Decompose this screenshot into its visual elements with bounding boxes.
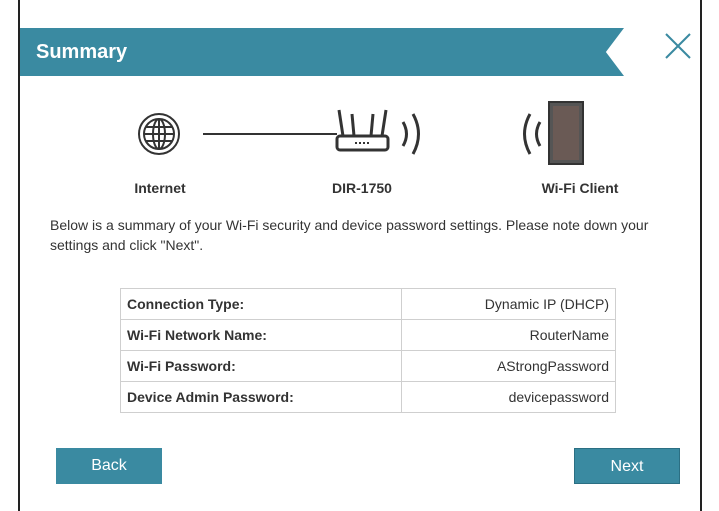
- wifi-signal-icon: [401, 113, 420, 155]
- setup-wizard-dialog: Summary Internet DIR-1750 Wi-Fi Client B…: [18, 0, 702, 511]
- row-key: Device Admin Password:: [120, 381, 402, 413]
- internet-label: Internet: [134, 180, 186, 196]
- table-row: Connection Type: Dynamic IP (DHCP): [120, 288, 617, 320]
- row-value: devicepassword: [400, 381, 617, 413]
- row-key: Wi-Fi Password:: [120, 350, 402, 382]
- close-icon[interactable]: [660, 28, 696, 64]
- router-label: DIR-1750: [332, 180, 392, 196]
- wifi-receive-icon: [523, 113, 542, 155]
- router-icon: [335, 109, 390, 152]
- table-row: Wi-Fi Password: AStrongPassword: [120, 350, 617, 382]
- row-value: Dynamic IP (DHCP): [400, 288, 617, 320]
- settings-summary-table: Connection Type: Dynamic IP (DHCP) Wi-Fi…: [120, 288, 617, 413]
- dialog-title: Summary: [36, 41, 128, 63]
- back-button[interactable]: Back: [56, 448, 162, 484]
- tablet-icon: [548, 101, 584, 165]
- connection-diagram: Internet DIR-1750 Wi-Fi Client: [20, 100, 700, 200]
- table-row: Device Admin Password: devicepassword: [120, 381, 617, 413]
- row-value: RouterName: [400, 319, 617, 351]
- row-value: AStrongPassword: [400, 350, 617, 382]
- row-key: Connection Type:: [120, 288, 402, 320]
- row-key: Wi-Fi Network Name:: [120, 319, 402, 351]
- client-label: Wi-Fi Client: [541, 180, 619, 196]
- next-button[interactable]: Next: [574, 448, 680, 484]
- summary-description: Below is a summary of your Wi-Fi securit…: [50, 217, 649, 253]
- globe-icon: [138, 113, 180, 155]
- title-banner: Summary: [20, 28, 624, 76]
- table-row: Wi-Fi Network Name: RouterName: [120, 319, 617, 351]
